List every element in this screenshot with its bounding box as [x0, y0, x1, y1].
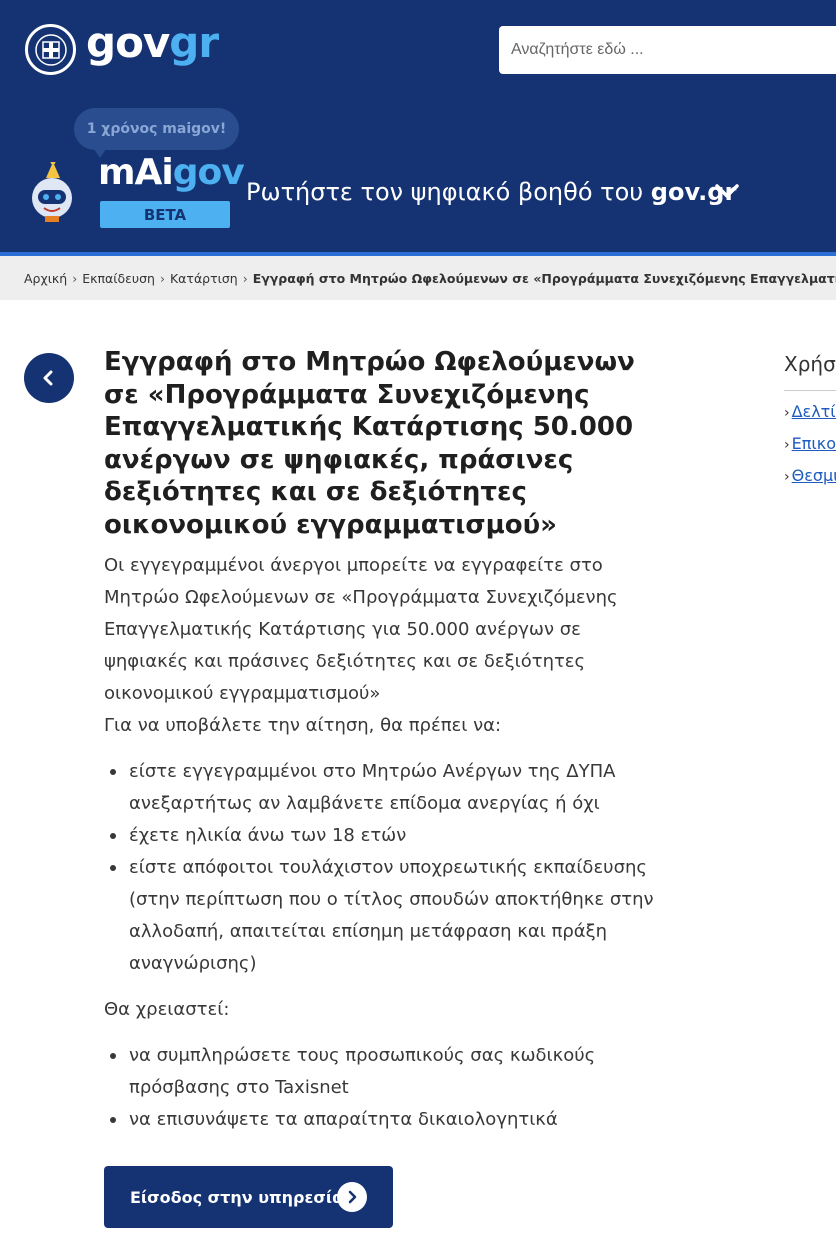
needs-lead: Θα χρειαστεί:	[104, 999, 230, 1020]
needs-list: να συμπληρώσετε τους προσωπικούς σας κωδ…	[110, 1040, 664, 1136]
chevron-left-icon	[43, 370, 53, 386]
sidebar-title: Χρήσι	[784, 352, 836, 376]
requirements-lead: Για να υποβάλετε την αίτηση, θα πρέπει ν…	[104, 715, 502, 736]
list-item: να συμπληρώσετε τους προσωπικούς σας κωδ…	[110, 1040, 664, 1104]
breadcrumb-training[interactable]: Κατάρτιση	[170, 271, 238, 286]
sidebar-link-label: Επικο	[791, 434, 836, 453]
requirements-list: είστε εγγεγραμμένοι στο Μητρώο Ανέργων τ…	[110, 756, 664, 980]
chevron-right-icon: ›	[72, 270, 78, 286]
enter-service-label: Είσοδος στην υπηρεσία	[130, 1187, 344, 1207]
logo-gr-text: gr	[169, 18, 219, 67]
breadcrumb-home[interactable]: Αρχική	[24, 271, 67, 286]
ask-prefix: Ρωτήστε τον ψηφιακό βοηθό του	[246, 178, 651, 206]
maigov-prefix: mAi	[98, 152, 174, 193]
chevron-right-icon: ›	[784, 469, 790, 485]
intro-text: Οι εγγεγραμμένοι άνεργοι μπορείτε να εγγ…	[104, 555, 618, 704]
chevron-down-icon[interactable]	[712, 180, 742, 204]
list-item: έχετε ηλικία άνω των 18 ετών	[110, 820, 664, 852]
site-header: govgr 1 χρόνος maigov! mAigov BETA Ρωτήσ…	[0, 0, 836, 252]
chevron-right-icon: ›	[784, 405, 790, 421]
chevron-right-icon: ›	[159, 270, 165, 286]
breadcrumb-current: Εγγραφή στο Μητρώο Ωφελούμενων σε «Προγρ…	[252, 270, 836, 286]
sidebar-link-1[interactable]: ›Δελτίο	[784, 402, 836, 421]
enter-service-button[interactable]: Είσοδος στην υπηρεσία	[104, 1166, 393, 1228]
list-item: είστε απόφοιτοι τουλάχιστον υποχρεωτικής…	[110, 852, 664, 980]
breadcrumb: Αρχική › Εκπαίδευση › Κατάρτιση › Εγγραφ…	[0, 256, 836, 300]
maigov-robot-icon	[28, 159, 78, 224]
ask-assistant-text[interactable]: Ρωτήστε τον ψηφιακό βοηθό του gov.gr	[246, 178, 736, 206]
beta-badge: BETA	[100, 201, 230, 228]
search-input[interactable]	[499, 26, 836, 74]
sidebar-link-2[interactable]: › Επικο	[784, 434, 836, 453]
maigov-suffix: gov	[172, 152, 245, 193]
list-item: είστε εγγεγραμμένοι στο Μητρώο Ανέργων τ…	[110, 756, 664, 820]
sidebar-link-label: Θεσμι	[791, 466, 836, 485]
arrow-right-icon	[337, 1182, 367, 1212]
sidebar-link-3[interactable]: › Θεσμι	[784, 466, 836, 485]
govgr-logo[interactable]: govgr	[86, 18, 219, 67]
back-button[interactable]	[24, 353, 74, 403]
maigov-logo[interactable]: mAigov	[98, 152, 245, 193]
greek-emblem-icon[interactable]	[25, 24, 76, 75]
service-description: Οι εγγεγραμμένοι άνεργοι μπορείτε να εγγ…	[104, 550, 664, 1150]
sidebar-divider	[784, 390, 836, 391]
page-title: Εγγραφή στο Μητρώο Ωφελούμενων σε «Προγρ…	[104, 347, 635, 540]
chevron-right-icon: ›	[242, 270, 248, 286]
logo-gov-text: gov	[86, 18, 170, 67]
chevron-right-icon: ›	[784, 437, 790, 453]
anniversary-bubble: 1 χρόνος maigov!	[74, 108, 239, 150]
breadcrumb-education[interactable]: Εκπαίδευση	[82, 271, 155, 286]
sidebar-link-label: Δελτίο	[791, 402, 836, 421]
list-item: να επισυνάψετε τα απαραίτητα δικαιολογητ…	[110, 1104, 664, 1136]
